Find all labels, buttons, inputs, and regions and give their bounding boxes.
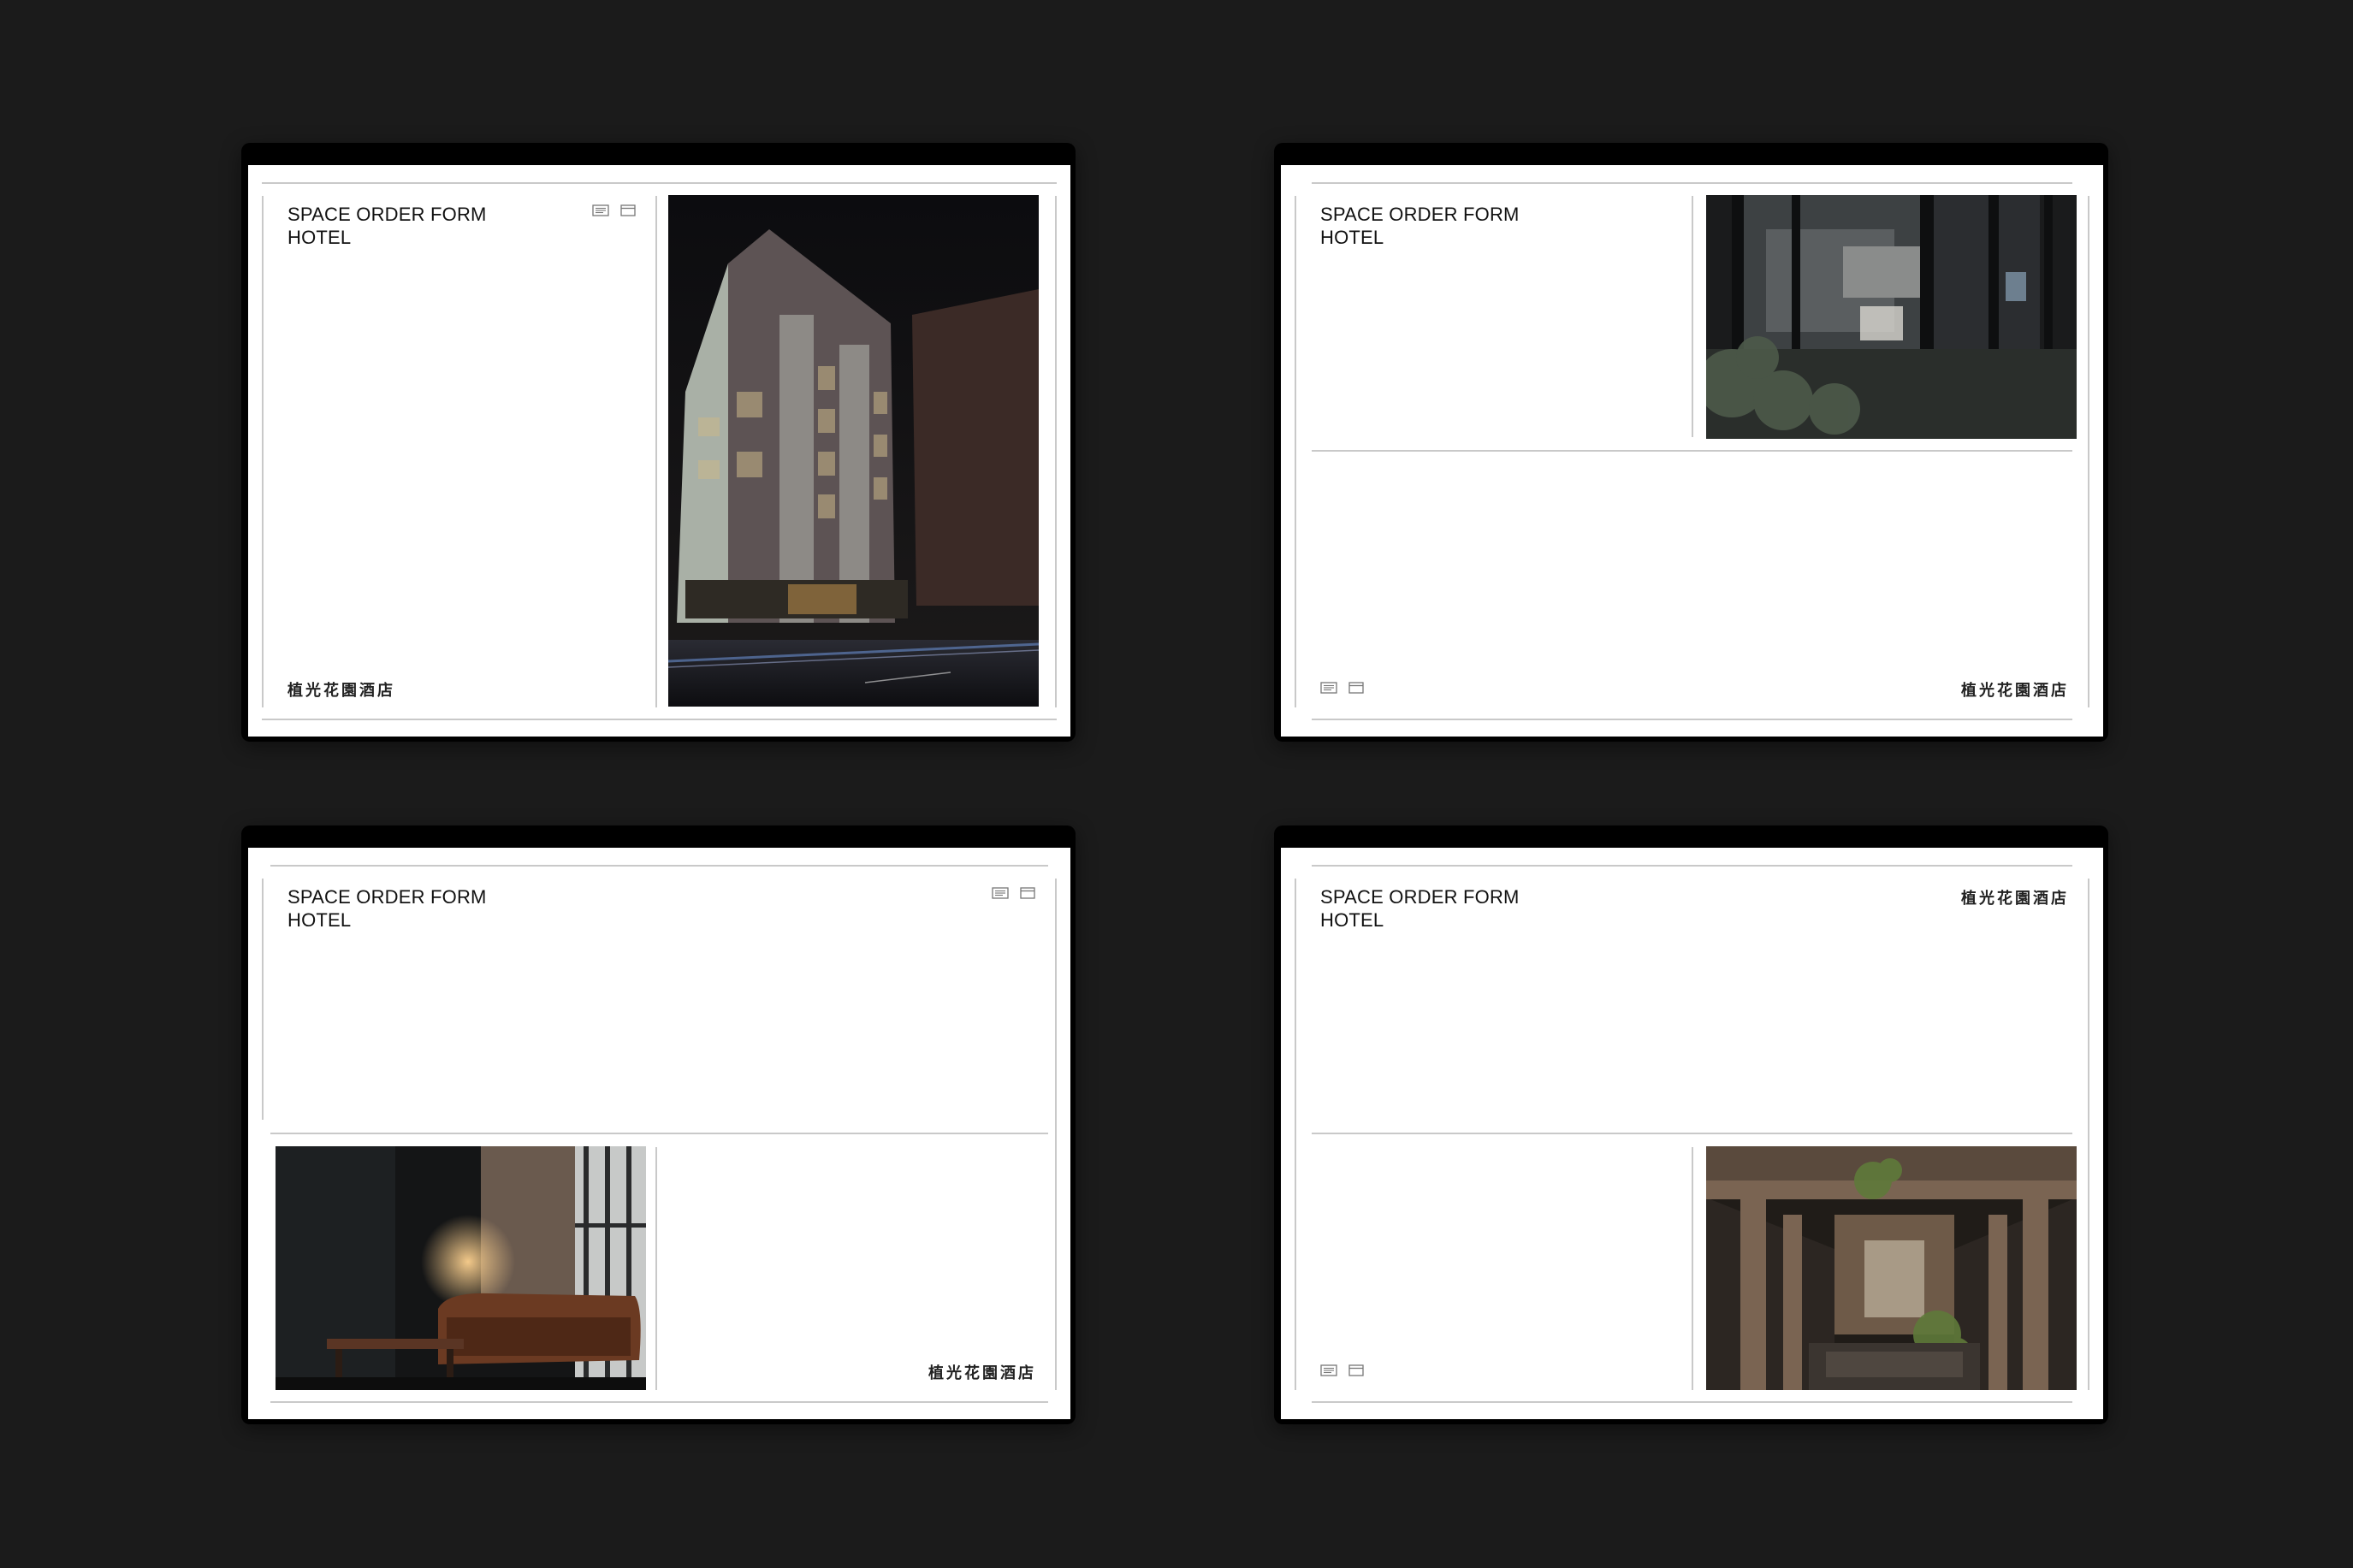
top-rule xyxy=(1312,865,2072,867)
title-line-2: HOTEL xyxy=(287,227,352,248)
title-line-2: HOTEL xyxy=(1320,909,1384,931)
right-rule xyxy=(1055,196,1057,707)
title-line-2: HOTEL xyxy=(287,909,352,931)
lounge-sofa-photo xyxy=(276,1146,646,1390)
calendar-icon[interactable] xyxy=(619,204,637,216)
middle-rule xyxy=(270,1133,1048,1134)
lobby-interior-photo xyxy=(1706,195,2077,439)
center-rule xyxy=(655,196,657,707)
order-form-page: SPACE ORDER FORM HOTEL 植光花園酒店 xyxy=(248,848,1070,1419)
left-rule xyxy=(1295,879,1296,1390)
hotel-name-cn: 植光花園酒店 xyxy=(1961,682,2069,700)
bottom-rule xyxy=(1312,719,2072,720)
right-rule xyxy=(2088,196,2089,707)
middle-rule xyxy=(1312,1133,2072,1134)
toolbar-icons xyxy=(592,204,637,216)
right-rule xyxy=(1055,879,1057,1390)
document-list-icon[interactable] xyxy=(592,204,609,216)
hotel-name-cn: 植光花園酒店 xyxy=(1961,890,2069,908)
atrium-interior-photo xyxy=(1706,1146,2077,1390)
document-list-icon[interactable] xyxy=(992,887,1009,899)
title-line-1: SPACE ORDER FORM xyxy=(1320,886,1520,908)
title-line-2: HOTEL xyxy=(1320,227,1384,248)
mockup-bottom-left: SPACE ORDER FORM HOTEL 植光花園酒店 xyxy=(241,825,1076,1424)
title-line-1: SPACE ORDER FORM xyxy=(287,886,487,908)
left-rule xyxy=(262,196,264,707)
page-title: SPACE ORDER FORM HOTEL xyxy=(1320,885,1520,932)
title-line-1: SPACE ORDER FORM xyxy=(287,204,487,225)
document-list-icon[interactable] xyxy=(1320,682,1337,694)
order-form-page: SPACE ORDER FORM HOTEL 植光花園酒店 xyxy=(1281,165,2103,737)
hotel-exterior-night-photo xyxy=(668,195,1039,707)
right-rule xyxy=(2088,879,2089,1390)
top-rule xyxy=(270,865,1048,867)
calendar-icon[interactable] xyxy=(1019,887,1036,899)
bottom-rule xyxy=(270,1401,1048,1403)
toolbar-icons xyxy=(992,887,1036,899)
bottom-rule xyxy=(1312,1401,2072,1403)
page-title: SPACE ORDER FORM HOTEL xyxy=(1320,203,1520,249)
top-rule xyxy=(262,182,1057,184)
calendar-icon[interactable] xyxy=(1348,1364,1365,1376)
top-rule xyxy=(1312,182,2072,184)
mockup-top-right: SPACE ORDER FORM HOTEL 植光花園酒店 xyxy=(1274,143,2108,742)
left-rule xyxy=(1295,196,1296,707)
order-form-page: SPACE ORDER FORM HOTEL 植光花園酒店 xyxy=(1281,848,2103,1419)
mockup-top-left: SPACE ORDER FORM HOTEL 植光花園酒店 xyxy=(241,143,1076,742)
center-rule xyxy=(655,1147,657,1390)
toolbar-icons xyxy=(1320,1364,1365,1376)
hotel-name-cn: 植光花園酒店 xyxy=(287,682,395,700)
toolbar-icons xyxy=(1320,682,1365,694)
middle-rule xyxy=(1312,450,2072,452)
order-form-page: SPACE ORDER FORM HOTEL 植光花園酒店 xyxy=(248,165,1070,737)
center-rule xyxy=(1692,196,1693,437)
page-title: SPACE ORDER FORM HOTEL xyxy=(287,885,487,932)
page-title: SPACE ORDER FORM HOTEL xyxy=(287,203,487,249)
bottom-rule xyxy=(262,719,1057,720)
hotel-name-cn: 植光花園酒店 xyxy=(928,1364,1036,1382)
center-rule xyxy=(1692,1147,1693,1390)
document-list-icon[interactable] xyxy=(1320,1364,1337,1376)
calendar-icon[interactable] xyxy=(1348,682,1365,694)
title-line-1: SPACE ORDER FORM xyxy=(1320,204,1520,225)
left-rule xyxy=(262,879,264,1120)
mockup-bottom-right: SPACE ORDER FORM HOTEL 植光花園酒店 xyxy=(1274,825,2108,1424)
